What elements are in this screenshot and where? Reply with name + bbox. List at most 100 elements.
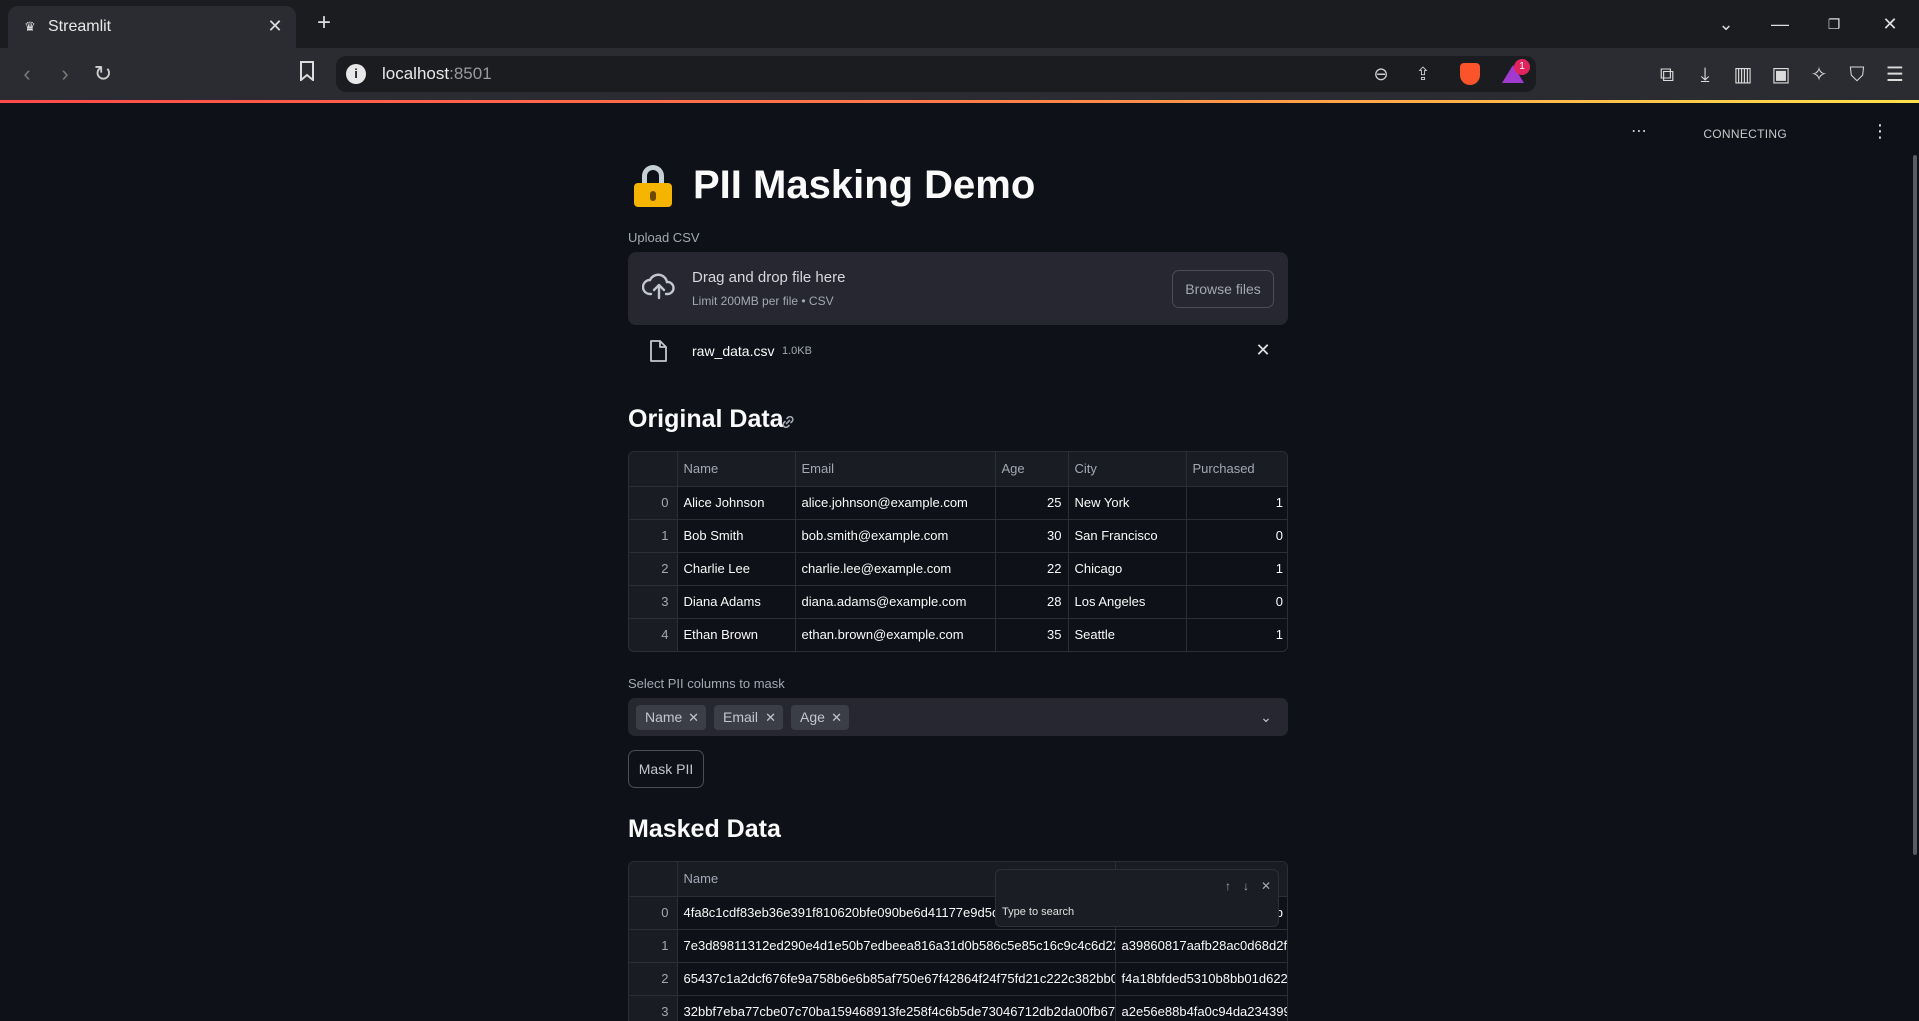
table-cell[interactable]: New York [1068,486,1187,520]
page-title: PII Masking Demo [693,163,1036,207]
selected-chip-age[interactable]: Age ✕ [791,705,849,730]
dropzone-title: Drag and drop file here [692,269,846,286]
forward-button[interactable]: › [52,61,78,87]
original-data-heading: Original Data [628,405,784,433]
vpn-shield-icon[interactable]: ⛉ [1844,62,1870,88]
table-cell[interactable]: Alice Johnson [677,486,796,520]
file-name: raw_data.csv [692,343,775,359]
column-header[interactable]: Name [677,452,796,487]
new-tab-button[interactable]: + [312,11,336,36]
streamlit-app: ⋯ CONNECTING ⋮ PII Masking Demo Upload C… [0,103,1919,1021]
extensions-icon[interactable]: ⧉ [1654,62,1680,88]
browse-files-button[interactable]: Browse files [1172,270,1274,308]
table-cell[interactable]: 1 [1186,486,1287,520]
table-cell[interactable]: f4a18bfded5310b8bb01d6220 [1115,962,1287,996]
dropzone-limit: Limit 200MB per file • CSV [692,294,834,308]
table-row: 3 32bbf7eba77cbe07c70ba159468913fe258f4c… [629,995,1288,1021]
table-cell[interactable]: San Francisco [1068,519,1187,553]
url-text[interactable]: localhost:8501 [382,64,492,84]
table-row: 2 65437c1a2dcf676fe9a758b6e6b85af750e67f… [629,962,1287,996]
table-cell[interactable]: a39860817aafb28ac0d68d2f9f [1115,929,1287,963]
table-cell[interactable]: 28 [995,585,1069,619]
column-header[interactable]: Email [795,452,996,487]
search-input[interactable]: Type to search [1002,906,1074,918]
brave-shields-icon[interactable] [1460,63,1480,85]
table-cell[interactable]: 7e3d89811312ed290e4d1e50b7edbeea816a31d0… [677,929,1116,963]
table-cell[interactable]: Charlie Lee [677,552,796,586]
browser-tab[interactable]: ♛ Streamlit ✕ [8,6,296,48]
selected-chip-name[interactable]: Name ✕ [636,705,706,730]
original-data-table[interactable]: Name Email Age City Purchased 0 Alice Jo… [628,451,1288,652]
restore-button[interactable]: ❐ [1820,10,1848,38]
row-index: 0 [629,486,678,520]
table-cell[interactable]: 1 [1186,552,1287,586]
arrow-down-icon[interactable]: ↓ [1238,878,1254,894]
mask-pii-button[interactable]: Mask PII [628,750,704,788]
column-header[interactable] [629,452,678,487]
close-tab-icon[interactable]: ✕ [264,15,286,37]
upload-label: Upload CSV [628,230,700,245]
row-index: 2 [629,552,678,586]
share-icon[interactable]: ⇪ [1412,63,1434,85]
tab-search-chevron-icon[interactable]: ⌄ [1712,10,1740,38]
zoom-icon[interactable]: ⊖ [1370,63,1392,85]
row-index: 1 [629,929,678,963]
column-header[interactable] [629,862,678,897]
close-search-icon[interactable]: ✕ [1258,878,1274,894]
table-cell[interactable]: Diana Adams [677,585,796,619]
site-info-icon[interactable]: i [346,64,366,84]
leo-ai-icon[interactable]: ✧ [1806,62,1832,88]
table-cell[interactable]: 32bbf7eba77cbe07c70ba159468913fe258f4c6b… [677,995,1116,1021]
close-window-button[interactable]: ✕ [1876,10,1904,38]
wallet-icon[interactable]: ▣ [1768,62,1794,88]
minimize-button[interactable]: — [1766,10,1794,38]
download-icon[interactable]: ⤓ [1692,62,1718,88]
remove-file-icon[interactable]: ✕ [1252,339,1274,361]
table-cell[interactable]: ethan.brown@example.com [795,618,996,651]
table-row: 2 Charlie Lee charlie.lee@example.com 22… [629,552,1287,586]
back-button[interactable]: ‹ [14,61,40,87]
table-cell[interactable]: Seattle [1068,618,1187,651]
chevron-down-icon[interactable]: ⌄ [1256,707,1276,727]
column-header[interactable]: Purchased [1186,452,1287,487]
bookmark-icon[interactable] [294,61,320,87]
column-header[interactable]: Age [995,452,1069,487]
reload-button[interactable]: ↻ [90,61,116,87]
table-cell[interactable]: 25 [995,486,1069,520]
table-cell[interactable]: alice.johnson@example.com [795,486,996,520]
remove-chip-icon[interactable]: ✕ [831,705,842,730]
table-cell[interactable]: diana.adams@example.com [795,585,996,619]
table-cell[interactable]: 1 [1186,618,1287,651]
row-index: 4 [629,618,678,651]
table-cell[interactable]: Bob Smith [677,519,796,553]
remove-chip-icon[interactable]: ✕ [688,705,699,730]
pii-columns-multiselect[interactable]: Name ✕ Email ✕ Age ✕ ⌄ [628,698,1288,736]
table-search-popup[interactable]: ↑ ↓ ✕ Type to search [995,869,1279,927]
table-cell[interactable]: 65437c1a2dcf676fe9a758b6e6b85af750e67f42… [677,962,1116,996]
column-header[interactable]: City [1068,452,1187,487]
anchor-link-icon[interactable] [780,414,798,432]
address-bar[interactable]: i localhost:8501 ⊖ ⇪ 1 [336,56,1536,92]
app-menu-icon[interactable]: ⋮ [1871,119,1889,143]
table-cell[interactable]: 0 [1186,585,1287,619]
table-cell[interactable]: Ethan Brown [677,618,796,651]
scrollbar[interactable] [1913,155,1917,855]
table-cell[interactable]: a2e56e88b4fa0c94da234399f4 [1115,995,1288,1021]
sidebar-icon[interactable]: ▥ [1730,62,1756,88]
table-cell[interactable]: Los Angeles [1068,585,1187,619]
table-cell[interactable]: 0 [1186,519,1287,553]
selected-chip-email[interactable]: Email ✕ [714,705,783,730]
row-index: 0 [629,896,678,930]
table-cell[interactable]: 30 [995,519,1069,553]
table-cell[interactable]: bob.smith@example.com [795,519,996,553]
browser-menu-icon[interactable]: ☰ [1882,62,1908,88]
table-cell[interactable]: 35 [995,618,1069,651]
table-cell[interactable]: charlie.lee@example.com [795,552,996,586]
file-dropzone[interactable]: Drag and drop file here Limit 200MB per … [628,252,1288,325]
arrow-up-icon[interactable]: ↑ [1220,878,1236,894]
table-cell[interactable]: Chicago [1068,552,1187,586]
table-row: 3 Diana Adams diana.adams@example.com 28… [629,585,1287,619]
remove-chip-icon[interactable]: ✕ [765,705,776,730]
table-cell[interactable]: 22 [995,552,1069,586]
browser-tabbar: ♛ Streamlit ✕ + ⌄ — ❐ ✕ [0,0,1919,48]
